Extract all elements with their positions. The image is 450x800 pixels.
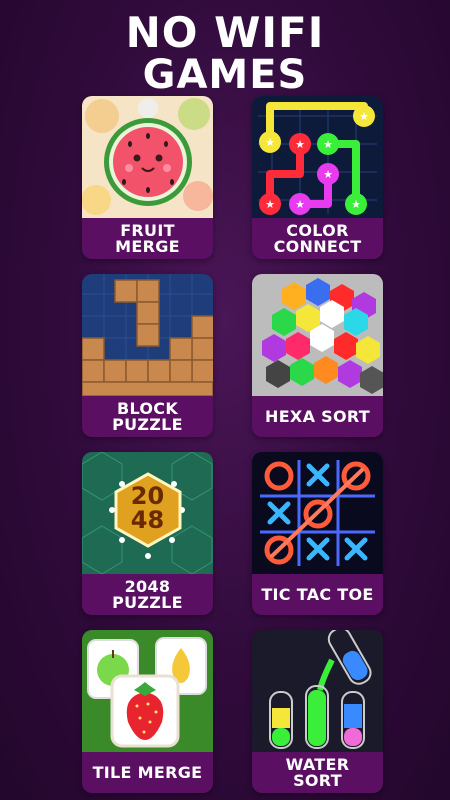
svg-text:★: ★	[351, 198, 361, 211]
game-card-water-sort[interactable]: WATER SORT	[252, 630, 383, 793]
tile-text-bottom: 48	[130, 506, 165, 534]
game-card-color-connect[interactable]: ★ ★ ★ ★ ★ ★ ★ ★ COLOR CONNECT	[252, 96, 383, 259]
page-title-line1: NO WIFI	[125, 8, 325, 57]
game-label: HEXA SORT	[265, 406, 370, 426]
svg-text:★: ★	[265, 198, 275, 211]
game-label: WATER SORT	[285, 754, 350, 790]
game-card-2048-puzzle[interactable]: 20 48 2048 PUZZLE	[82, 452, 213, 615]
svg-text:★: ★	[323, 138, 333, 151]
hex-2048-icon: 20 48	[82, 452, 213, 574]
game-label: TILE MERGE	[92, 762, 203, 782]
neon-tic-tac-toe-icon	[252, 452, 383, 574]
game-card-tic-tac-toe[interactable]: TIC TAC TOE	[252, 452, 383, 615]
svg-text:★: ★	[295, 198, 305, 211]
watermelon-icon	[82, 96, 213, 218]
tile-text-top: 20	[130, 482, 165, 510]
page-title-line2: GAMES	[142, 52, 308, 98]
game-label: TIC TAC TOE	[261, 584, 374, 604]
game-label: BLOCK PUZZLE	[112, 398, 183, 434]
wood-blocks-icon	[82, 274, 213, 396]
svg-text:★: ★	[295, 138, 305, 151]
svg-text:★: ★	[323, 168, 333, 181]
game-card-tile-merge[interactable]: TILE MERGE	[82, 630, 213, 793]
game-label: 2048 PUZZLE	[112, 576, 183, 612]
svg-text:★: ★	[359, 110, 369, 123]
games-grid: FRUIT MERGE ★ ★ ★ ★ ★ ★ ★ ★ COLOR CONNEC…	[82, 96, 383, 793]
game-card-fruit-merge[interactable]: FRUIT MERGE	[82, 96, 213, 259]
game-label: FRUIT MERGE	[115, 220, 180, 256]
fruit-tiles-icon	[82, 630, 213, 752]
game-card-block-puzzle[interactable]: BLOCK PUZZLE	[82, 274, 213, 437]
water-tubes-icon	[252, 630, 383, 752]
hexagon-stack-icon	[252, 274, 383, 396]
svg-text:★: ★	[265, 136, 275, 149]
game-label: COLOR CONNECT	[273, 220, 362, 256]
color-connect-icon: ★ ★ ★ ★ ★ ★ ★ ★	[252, 96, 383, 218]
game-card-hexa-sort[interactable]: HEXA SORT	[252, 274, 383, 437]
